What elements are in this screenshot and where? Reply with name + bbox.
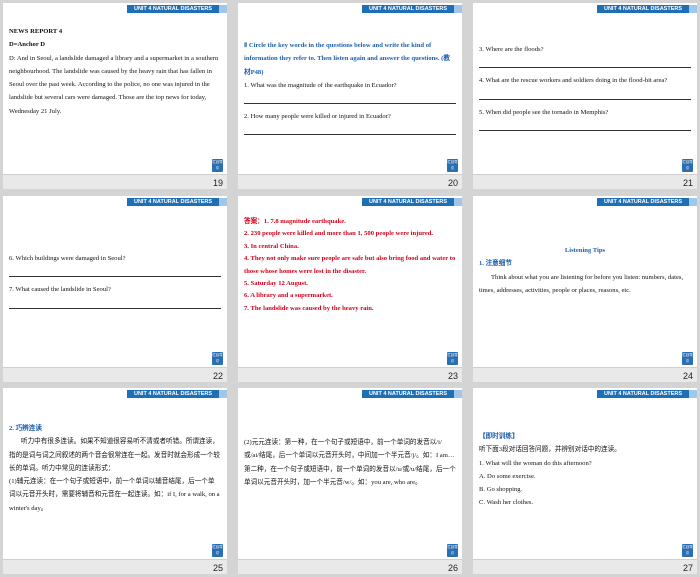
unit-label: UNIT 4 NATURAL DISASTERS — [362, 198, 454, 206]
unit-label: UNIT 4 NATURAL DISASTERS — [127, 5, 219, 13]
slide-23[interactable]: UNIT 4 NATURAL DISASTERS 答案：1. 7.8 magni… — [238, 196, 462, 382]
slide-header-bar: UNIT 4 NATURAL DISASTERS — [473, 3, 697, 13]
unit-label: UNIT 4 NATURAL DISASTERS — [597, 5, 689, 13]
slide-25[interactable]: UNIT 4 NATURAL DISASTERS 2. 巧辨连读 听力中有很多连… — [3, 388, 227, 574]
section-heading: 2. 巧辨连读 — [9, 425, 42, 432]
nav-button[interactable]: 栏目导引 — [212, 544, 223, 557]
question-7: 7. What caused the landslide in Seoul? — [9, 286, 111, 294]
question-5: 5. When did people see the tornado in Me… — [479, 108, 609, 116]
answer-line[interactable] — [244, 125, 456, 136]
slide-24[interactable]: UNIT 4 NATURAL DISASTERS Listening Tips … — [473, 196, 697, 382]
question-3: 3. Where are the floods? — [479, 46, 544, 53]
page-number: 20 — [447, 178, 458, 188]
page-number: 22 — [212, 371, 223, 381]
section-heading: 1. 注意细节 — [479, 260, 512, 268]
nav-button[interactable]: 栏目导引 — [447, 544, 458, 557]
linking-intro: 听力中有很多连读。如果不知道很容易听不清或者听错。所谓连读，指的是词与词之间叙述… — [9, 438, 220, 472]
answer-item: 4. They not only make sure people are sa… — [244, 255, 456, 275]
practice-question: 1. What will the woman do this afternoon… — [479, 459, 592, 467]
answer-line[interactable] — [244, 94, 456, 105]
option-a[interactable]: A. Do some exercise. — [479, 470, 691, 483]
answer-item: 3. In central China. — [244, 242, 299, 250]
tips-body: Think about what you are listening for b… — [479, 273, 684, 294]
answer-line[interactable] — [9, 267, 221, 278]
nav-button[interactable]: 栏目导引 — [212, 159, 223, 172]
slide-header-bar: UNIT 4 NATURAL DISASTERS — [238, 388, 462, 398]
question-2: 2. How many people were killed or injure… — [244, 113, 391, 121]
news-subtitle: D=Anchor D — [9, 41, 46, 49]
question-1: 1. What was the magnitude of the earthqu… — [244, 81, 397, 89]
nav-button[interactable]: 栏目导引 — [682, 352, 693, 365]
answer-item: 答案：1. 7.8 magnitude earthquake. — [244, 218, 346, 225]
unit-label: UNIT 4 NATURAL DISASTERS — [362, 5, 454, 13]
page-number: 21 — [682, 178, 693, 188]
question-4: 4. What are the rescue workers and soldi… — [479, 77, 668, 85]
linking-rule-1: (1)辅元连读：在一个句子或短语中，前一个单词以辅音结尾，后一个单词以元音开头时… — [9, 478, 220, 512]
question-6: 6. Which buildings were damaged in Seoul… — [9, 255, 126, 262]
answer-line[interactable] — [479, 90, 691, 100]
unit-label: UNIT 4 NATURAL DISASTERS — [597, 390, 689, 398]
page-number: 27 — [682, 563, 693, 573]
option-c[interactable]: C. Wash her clothes. — [479, 496, 691, 509]
page-number: 23 — [447, 371, 458, 381]
nav-button[interactable]: 栏目导引 — [447, 352, 458, 365]
practice-instruction: 听下面3段对话回答问题，并辨别对话中的连读。 — [479, 446, 621, 454]
slide-header-bar: UNIT 4 NATURAL DISASTERS — [3, 3, 227, 13]
practice-heading: 【即时训练】 — [479, 433, 519, 440]
answer-line[interactable] — [479, 121, 691, 131]
slide-header-bar: UNIT 4 NATURAL DISASTERS — [238, 196, 462, 206]
news-title: NEWS REPORT 4 — [9, 28, 63, 35]
nav-button[interactable]: 栏目导引 — [682, 544, 693, 557]
unit-label: UNIT 4 NATURAL DISASTERS — [362, 390, 454, 398]
linking-rule-2: (2)元元连读：第一种，在一个句子或短语中，前一个单词的发音以/i/或/ai/结… — [244, 439, 456, 486]
page-number: 25 — [212, 563, 223, 573]
unit-label: UNIT 4 NATURAL DISASTERS — [597, 198, 689, 206]
page-number: 24 — [682, 371, 693, 381]
slide-22[interactable]: UNIT 4 NATURAL DISASTERS 6. Which buildi… — [3, 196, 227, 382]
slide-20[interactable]: UNIT 4 NATURAL DISASTERS Ⅱ Circle the ke… — [238, 3, 462, 189]
nav-button[interactable]: 栏目导引 — [212, 352, 223, 365]
slide-header-bar: UNIT 4 NATURAL DISASTERS — [3, 196, 227, 206]
answer-item: 5. Saturday 12 August. — [244, 280, 308, 288]
answer-item: 7. The landslide was caused by the heavy… — [244, 304, 374, 312]
section-title: Listening Tips — [564, 247, 606, 254]
news-body: D: And in Seoul, a landslide damaged a l… — [9, 54, 219, 115]
instruction: Ⅱ Circle the key words in the questions … — [244, 42, 450, 76]
answer-item: 2. 230 people were killed and more than … — [244, 230, 434, 238]
slide-19[interactable]: UNIT 4 NATURAL DISASTERS NEWS REPORT 4 D… — [3, 3, 227, 189]
slide-21[interactable]: UNIT 4 NATURAL DISASTERS 3. Where are th… — [473, 3, 697, 189]
slide-27[interactable]: UNIT 4 NATURAL DISASTERS 【即时训练】 听下面3段对话回… — [473, 388, 697, 574]
option-b[interactable]: B. Go shopping. — [479, 483, 691, 496]
answer-item: 6. A library and a supermarket. — [244, 292, 333, 300]
slide-header-bar: UNIT 4 NATURAL DISASTERS — [3, 388, 227, 398]
answer-line[interactable] — [479, 58, 691, 69]
nav-button[interactable]: 栏目导引 — [682, 159, 693, 172]
page-number: 19 — [212, 178, 223, 188]
slide-header-bar: UNIT 4 NATURAL DISASTERS — [473, 196, 697, 206]
unit-label: UNIT 4 NATURAL DISASTERS — [127, 390, 219, 398]
slide-header-bar: UNIT 4 NATURAL DISASTERS — [473, 388, 697, 398]
nav-button[interactable]: 栏目导引 — [447, 159, 458, 172]
unit-label: UNIT 4 NATURAL DISASTERS — [127, 198, 219, 206]
page-number: 26 — [447, 563, 458, 573]
answer-line[interactable] — [9, 299, 221, 309]
slide-26[interactable]: UNIT 4 NATURAL DISASTERS (2)元元连读：第一种，在一个… — [238, 388, 462, 574]
slide-header-bar: UNIT 4 NATURAL DISASTERS — [238, 3, 462, 13]
